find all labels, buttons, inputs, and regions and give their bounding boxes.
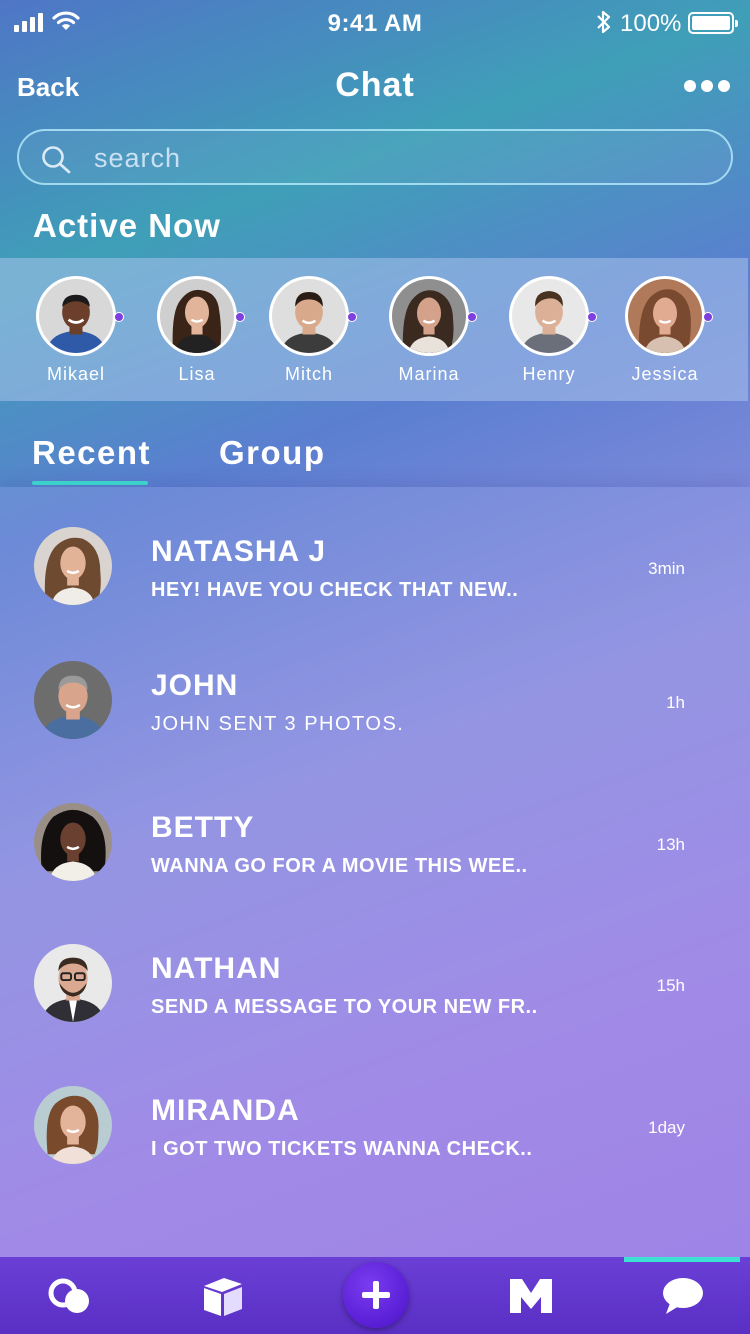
avatar (157, 276, 245, 356)
online-status-dot (114, 312, 124, 322)
page-title: Chat (335, 66, 415, 104)
message-preview: WANNA GO FOR A MOVIE THIS WEE.. (151, 855, 528, 877)
message-preview: I GOT TWO TICKETS WANNA CHECK.. (151, 1138, 533, 1160)
person-avatar-icon (34, 1086, 112, 1164)
message-time: 1day (648, 1118, 685, 1137)
avatar (36, 276, 124, 356)
active-contact-lisa[interactable]: Lisa (142, 276, 252, 385)
person-avatar-icon (512, 279, 586, 353)
person-avatar-icon (160, 279, 234, 353)
online-status-dot (703, 312, 713, 322)
person-avatar-icon (39, 279, 113, 353)
nav-bubbles[interactable] (8, 1257, 133, 1334)
m-logo-icon (509, 1278, 552, 1313)
conversation-row[interactable]: NATHAN SEND A MESSAGE TO YOUR NEW FR.. 1… (0, 944, 750, 1074)
message-preview: HEY! HAVE YOU CHECK THAT NEW.. (151, 579, 519, 601)
avatar (509, 276, 597, 356)
active-now-strip: Mikael Lisa Mitch Marina Henry Jessica (0, 258, 748, 401)
active-tab-indicator (32, 481, 148, 485)
person-avatar-icon (34, 944, 112, 1022)
contact-name: NATHAN (151, 952, 282, 985)
message-time: 3min (648, 559, 685, 578)
active-contact-name: Marina (398, 364, 460, 384)
conversation-row[interactable]: NATASHA J HEY! HAVE YOU CHECK THAT NEW..… (0, 527, 750, 657)
search-icon (42, 146, 71, 174)
online-status-dot (235, 312, 245, 322)
bottom-nav (0, 1257, 750, 1334)
bluetooth-icon (597, 10, 611, 34)
active-contact-name: Mitch (284, 364, 333, 384)
active-contact-mikael[interactable]: Mikael (21, 276, 131, 385)
nav-box[interactable] (160, 1257, 285, 1334)
tab-group[interactable]: Group (219, 434, 325, 472)
person-avatar-icon (34, 803, 112, 881)
bubbles-icon (48, 1278, 89, 1313)
person-avatar-icon (392, 279, 466, 353)
tab-recent[interactable]: Recent (32, 434, 151, 472)
message-time: 15h (656, 976, 685, 995)
active-contact-mitch[interactable]: Mitch (254, 276, 364, 385)
contact-name: BETTY (151, 811, 255, 844)
back-button[interactable]: Back (17, 72, 79, 103)
active-contact-henry[interactable]: Henry (494, 276, 604, 385)
active-contact-name: Lisa (178, 364, 216, 384)
status-bar: 9:41 AM 100% (0, 0, 750, 44)
person-avatar-icon (628, 279, 702, 353)
active-contact-name: Henry (522, 364, 576, 384)
search-bar[interactable] (17, 129, 733, 185)
nav-chat[interactable] (620, 1257, 745, 1334)
nav-m-logo[interactable] (468, 1257, 593, 1334)
conversation-row[interactable]: BETTY WANNA GO FOR A MOVIE THIS WEE.. 13… (0, 803, 750, 933)
avatar (269, 276, 357, 356)
conversation-row[interactable]: JOHN JOHN SENT 3 PHOTOS. 1h (0, 661, 750, 791)
contact-name: JOHN (151, 669, 239, 702)
avatar (625, 276, 713, 356)
box-icon (203, 1277, 242, 1316)
person-avatar-icon (34, 527, 112, 605)
contact-name: MIRANDA (151, 1094, 300, 1127)
battery-icon (688, 12, 738, 34)
person-avatar-icon (34, 661, 112, 739)
new-chat-button[interactable] (343, 1262, 409, 1328)
online-status-dot (347, 312, 357, 322)
message-time: 13h (656, 835, 685, 854)
active-contact-jessica[interactable]: Jessica (610, 276, 720, 385)
active-now-title: Active Now (33, 207, 221, 244)
chat-bubble-icon (662, 1277, 703, 1314)
message-preview: SEND A MESSAGE TO YOUR NEW FR.. (151, 996, 538, 1018)
contact-name: NATASHA J (151, 535, 327, 568)
plus-icon (362, 1281, 390, 1309)
message-time: 1h (666, 693, 685, 712)
conversation-row[interactable]: MIRANDA I GOT TWO TICKETS WANNA CHECK.. … (0, 1086, 750, 1216)
online-status-dot (467, 312, 477, 322)
active-contact-name: Jessica (631, 364, 699, 384)
conversation-list: NATASHA J HEY! HAVE YOU CHECK THAT NEW..… (0, 487, 750, 1257)
online-status-dot (587, 312, 597, 322)
active-contact-name: Mikael (46, 364, 105, 384)
more-options-icon[interactable] (684, 80, 730, 92)
person-avatar-icon (272, 279, 346, 353)
search-input[interactable] (94, 139, 694, 177)
active-contact-marina[interactable]: Marina (374, 276, 484, 385)
message-preview: JOHN SENT 3 PHOTOS. (151, 713, 405, 735)
avatar (389, 276, 477, 356)
battery-percentage: 100% (620, 10, 682, 37)
